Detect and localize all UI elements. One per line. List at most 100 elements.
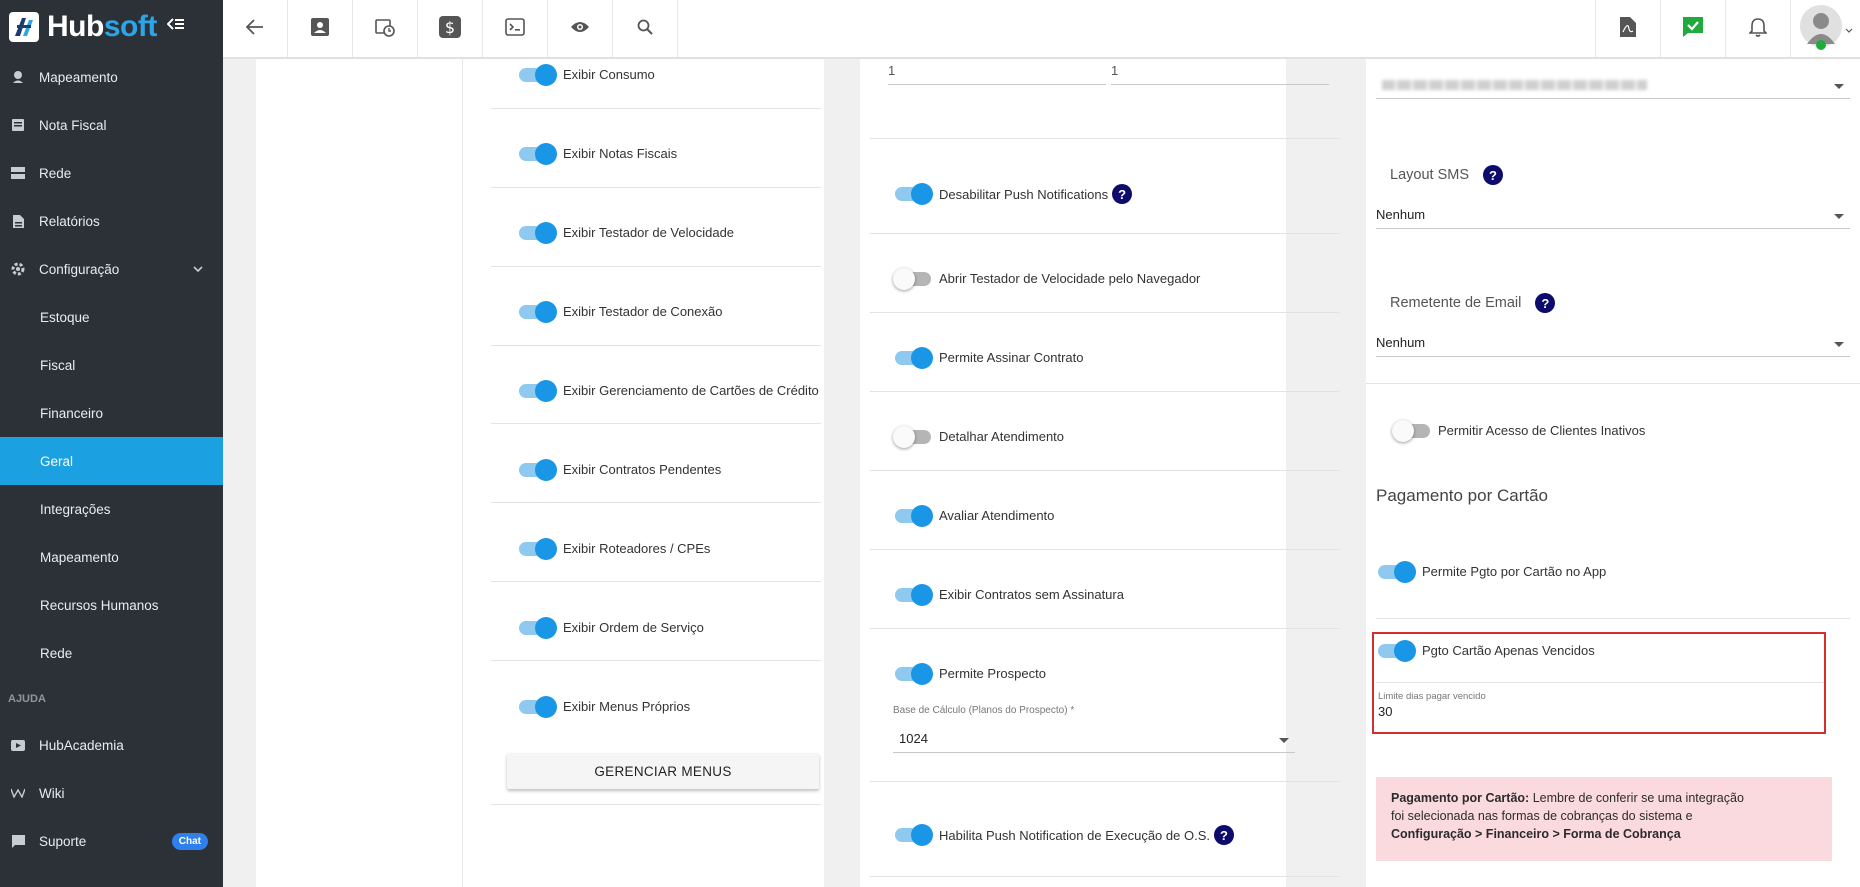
toggle-row[interactable]: Detalhar Atendimento	[893, 425, 1286, 448]
divider	[870, 628, 1340, 629]
toggle-row[interactable]: Exibir Contratos sem Assinatura	[895, 583, 1286, 606]
alert-text: Lembre de conferir se uma integração	[1529, 791, 1744, 805]
divider	[491, 266, 821, 267]
schedule-button[interactable]	[353, 0, 418, 57]
toggle-switch[interactable]	[895, 662, 933, 685]
toggle-row[interactable]: Exibir Consumo	[519, 63, 824, 86]
toggle-row[interactable]: Exibir Ordem de Serviço	[519, 616, 824, 639]
toggle-switch[interactable]	[1378, 560, 1416, 583]
divider	[491, 108, 821, 109]
sidebar-item-estoque[interactable]: Estoque	[0, 293, 223, 341]
sidebar-item-fiscal[interactable]: Fiscal	[0, 341, 223, 389]
view-button[interactable]	[548, 0, 613, 57]
pdf-button[interactable]	[1595, 0, 1660, 57]
brand-logo[interactable]: Hubsoft	[0, 0, 223, 53]
chat-badge[interactable]: Chat	[171, 832, 208, 850]
collapse-sidebar-icon[interactable]	[166, 17, 185, 36]
toggle-switch[interactable]	[895, 504, 933, 527]
sidebar-item-rede[interactable]: Rede	[0, 149, 223, 197]
sidebar-item-hubacademia[interactable]: HubAcademia	[0, 721, 223, 769]
toggle-switch[interactable]	[1392, 419, 1430, 442]
toggle-row[interactable]: Habilita Push Notification de Execução d…	[895, 824, 1286, 846]
toggle-row[interactable]: Permite Assinar Contrato	[895, 346, 1286, 369]
toggle-row[interactable]: Abrir Testador de Velocidade pelo Navega…	[893, 267, 1286, 290]
limit-days-input[interactable]: 30	[1378, 703, 1678, 725]
toggle-switch[interactable]	[519, 458, 557, 481]
toggle-row[interactable]: Permitir Acesso de Clientes Inativos	[1392, 419, 1860, 442]
toggle-row[interactable]: Pgto Cartão Apenas Vencidos	[1378, 639, 1860, 662]
tasks-button[interactable]	[1660, 0, 1725, 57]
value-field-2[interactable]: 1	[1111, 63, 1329, 85]
layout-sms-select[interactable]: Nenhum	[1376, 201, 1850, 229]
receipt-icon	[10, 118, 26, 132]
search-icon	[637, 19, 653, 38]
toggle-row[interactable]: Exibir Menus Próprios	[519, 695, 824, 718]
toggle-row[interactable]: Exibir Contratos Pendentes	[519, 458, 824, 481]
card-payment-section-title: Pagamento por Cartão	[1376, 486, 1548, 505]
search-button[interactable]	[613, 0, 678, 57]
brand-name: Hubsoft	[47, 9, 157, 43]
toggle-row[interactable]: Desabilitar Push Notifications?	[895, 183, 1286, 205]
help-icon[interactable]: ?	[1483, 165, 1503, 185]
blurred-select[interactable]	[1376, 69, 1850, 99]
sidebar: Hubsoft Mapeamento Nota Fiscal Rede Rela…	[0, 0, 223, 887]
sidebar-item-label: Rede	[40, 645, 73, 661]
sidebar-item-geral[interactable]: Geral	[0, 437, 223, 485]
sidebar-item-mapeamento-config[interactable]: Mapeamento	[0, 533, 223, 581]
toggle-switch[interactable]	[519, 695, 557, 718]
dropdown-caret-icon	[1279, 738, 1289, 743]
toggle-row[interactable]: Exibir Notas Fiscais	[519, 142, 824, 165]
sidebar-item-wiki[interactable]: Wiki	[0, 769, 223, 817]
dropdown-caret-icon	[1834, 84, 1844, 89]
sidebar-item-suporte[interactable]: Suporte Chat	[0, 817, 223, 865]
terminal-button[interactable]	[483, 0, 548, 57]
toggle-row[interactable]: Permite Pgto por Cartão no App	[1378, 560, 1860, 583]
toggle-switch[interactable]	[895, 346, 933, 369]
help-icon[interactable]: ?	[1213, 825, 1234, 845]
toggle-switch[interactable]	[893, 267, 931, 290]
toggle-row[interactable]: Exibir Roteadores / CPEs	[519, 537, 824, 560]
contacts-button[interactable]	[288, 0, 353, 57]
base-calc-select[interactable]: 1024	[893, 721, 1295, 753]
sidebar-item-relatorios[interactable]: Relatórios	[0, 197, 223, 245]
help-icon[interactable]: ?	[1112, 184, 1133, 204]
toggle-switch[interactable]	[519, 300, 557, 323]
toggle-switch[interactable]	[895, 824, 933, 846]
toggle-row[interactable]: Permite Prospecto	[895, 662, 1286, 685]
toggle-label: Exibir Contratos Pendentes	[563, 462, 722, 477]
toggle-switch[interactable]	[895, 183, 933, 205]
toggle-switch[interactable]	[1378, 639, 1416, 662]
toggle-row[interactable]: Exibir Testador de Velocidade	[519, 221, 824, 244]
notifications-button[interactable]	[1725, 0, 1790, 57]
toggle-switch[interactable]	[519, 537, 557, 560]
sidebar-item-recursos-humanos[interactable]: Recursos Humanos	[0, 581, 223, 629]
report-icon	[10, 214, 26, 228]
help-icon[interactable]: ?	[1535, 293, 1556, 313]
user-menu[interactable]	[1790, 0, 1860, 57]
topbar-right	[1595, 0, 1860, 57]
remetente-email-select[interactable]: Nenhum	[1376, 329, 1850, 357]
toggle-switch[interactable]	[519, 616, 557, 639]
sidebar-item-financeiro[interactable]: Financeiro	[0, 389, 223, 437]
sidebar-item-integracoes[interactable]: Integrações	[0, 485, 223, 533]
toggle-switch[interactable]	[519, 63, 557, 86]
back-button[interactable]	[223, 0, 288, 57]
toggle-switch[interactable]	[519, 221, 557, 244]
toggle-switch[interactable]	[893, 425, 931, 448]
toggle-switch[interactable]	[895, 583, 933, 606]
value-field-1[interactable]: 1	[888, 63, 1106, 85]
sidebar-item-nota-fiscal[interactable]: Nota Fiscal	[0, 101, 223, 149]
sidebar-item-configuracao[interactable]: Configuração	[0, 245, 223, 293]
divider	[870, 391, 1340, 392]
toggle-switch[interactable]	[519, 379, 557, 402]
toggle-row[interactable]: Exibir Gerenciamento de Cartões de Crédi…	[519, 379, 824, 402]
sidebar-item-mapeamento[interactable]: Mapeamento	[0, 53, 223, 101]
toggle-switch[interactable]	[519, 142, 557, 165]
sidebar-item-label: Recursos Humanos	[40, 597, 159, 613]
toggle-row[interactable]: Exibir Testador de Conexão	[519, 300, 824, 323]
sidebar-item-rede-config[interactable]: Rede	[0, 629, 223, 677]
finance-button[interactable]: $	[418, 0, 483, 57]
toggle-label: Permite Assinar Contrato	[939, 350, 1084, 365]
toggle-row[interactable]: Avaliar Atendimento	[895, 504, 1286, 527]
manage-menus-button[interactable]: GERENCIAR MENUS	[507, 753, 819, 789]
